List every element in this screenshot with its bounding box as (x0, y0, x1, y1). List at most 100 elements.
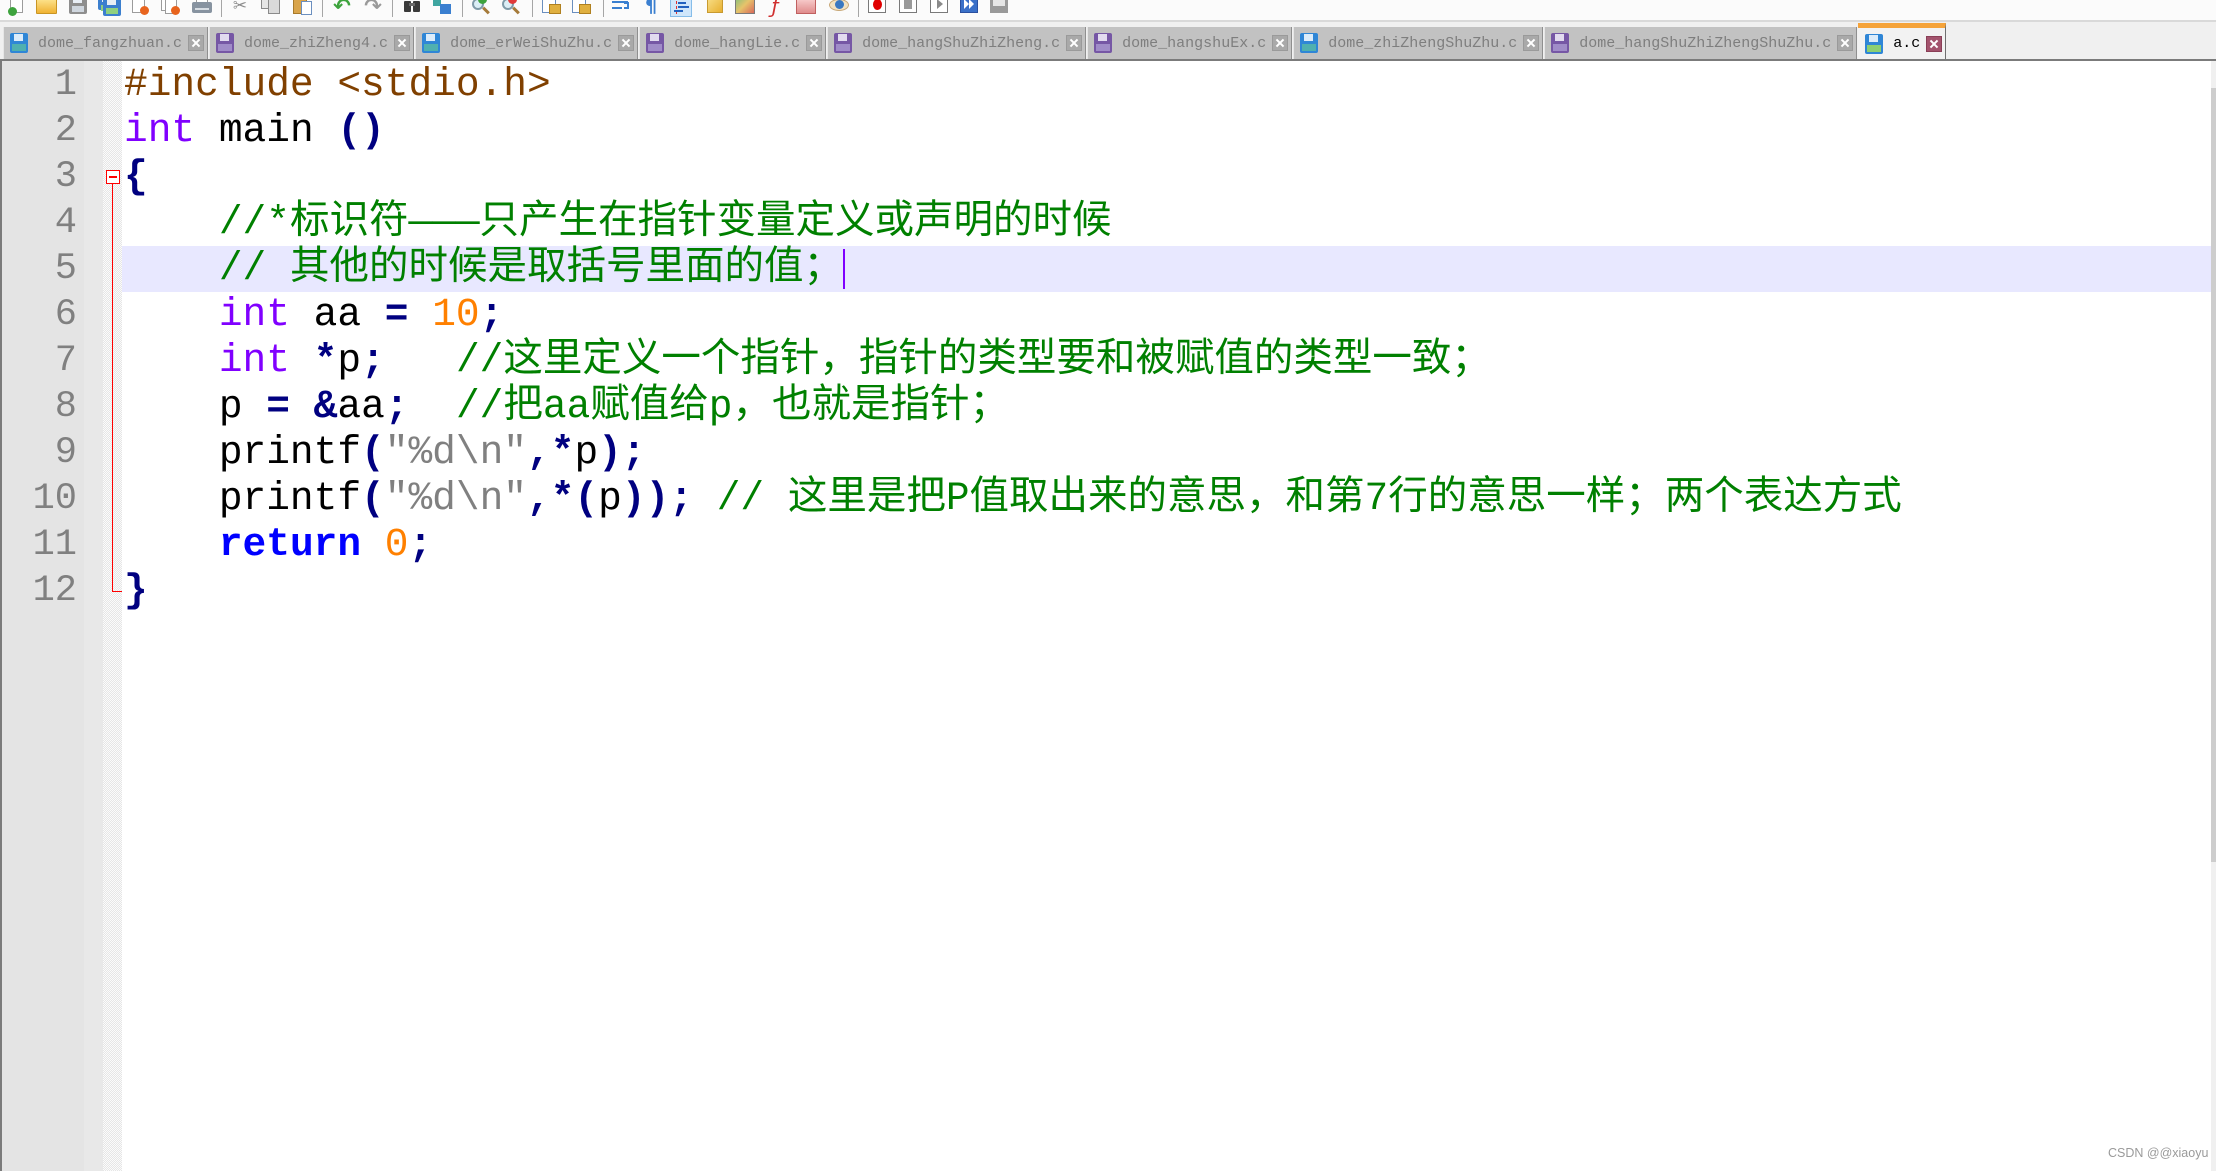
close-tab-icon[interactable] (1272, 35, 1289, 51)
token-number: 0 (384, 522, 409, 567)
token-comment: // 其他的时候是取括号里面的值； (218, 246, 843, 291)
token-string: "%d\n" (384, 476, 527, 521)
code-line[interactable]: } (122, 568, 2211, 614)
tab-label: dome_hangShuZhiZheng.c (862, 34, 1061, 52)
vertical-scrollbar-thumb[interactable] (2211, 88, 2216, 863)
token-operator: ( (361, 476, 385, 521)
vertical-scrollbar[interactable] (2211, 61, 2216, 1171)
tab-dome-zhizhengshuzhu-c[interactable]: dome_zhiZhengShuZhu.c (1293, 27, 1544, 59)
close-tab-icon[interactable] (618, 35, 635, 51)
close-tab-icon[interactable] (188, 35, 205, 51)
tab-label: dome_hangShuZhiZhengShuZhu.c (1579, 34, 1832, 52)
code-editor[interactable]: 1 2 3 4 5 6 7 8 9 10 11 12 #include <stdio.h> int ma… (0, 61, 2216, 1171)
tab-dome-hangshuzhizhengshuzhu-c[interactable]: dome_hangShuZhiZhengShuZhu.c (1544, 27, 1858, 59)
close-tab-icon[interactable] (1523, 35, 1540, 51)
code-line[interactable]: //*标识符———只产生在指针变量定义或声明的时候 (122, 200, 2211, 246)
token-keyword: return (218, 522, 362, 567)
zoom-out-icon[interactable] (500, 0, 522, 17)
run-macro-multiple-times-icon[interactable] (958, 0, 980, 17)
save-recorded-macro-icon[interactable] (988, 0, 1010, 17)
code-line[interactable]: { (122, 154, 2211, 200)
sync-vertical-scrolling-icon[interactable] (541, 0, 563, 17)
token-operator: { (124, 154, 148, 199)
file-status-icon (1094, 33, 1113, 53)
token-operator: )); (621, 476, 693, 521)
tab-dome-hangshuzhizheng-c[interactable]: dome_hangShuZhiZheng.c (827, 27, 1087, 59)
toolbar-separator (462, 0, 463, 17)
undo-icon[interactable] (331, 0, 353, 17)
close-tab-icon[interactable] (1926, 35, 1943, 52)
token-type: int (124, 108, 196, 153)
open-file-icon[interactable] (35, 0, 57, 17)
paste-icon[interactable] (292, 0, 314, 17)
start-recording-icon[interactable] (866, 0, 888, 17)
code-line[interactable]: return 0; (122, 522, 2211, 568)
playback-icon[interactable] (928, 0, 950, 17)
replace-icon[interactable] (431, 0, 453, 17)
tab-label: dome_fangzhuan.c (38, 34, 183, 52)
fold-collapse-icon[interactable] (106, 170, 120, 184)
indent-guide-icon[interactable] (670, 0, 692, 17)
close-all-icon[interactable] (161, 0, 183, 17)
toolbar-separator (858, 0, 859, 17)
document-map-icon[interactable] (734, 0, 756, 17)
code-line[interactable]: #include <stdio.h> (122, 62, 2211, 108)
close-tab-icon[interactable] (1837, 35, 1854, 51)
tab-dome-hangshuex-c[interactable]: dome_hangshuEx.c (1087, 27, 1293, 59)
word-wrap-icon[interactable] (610, 0, 632, 17)
code-line[interactable]: p = &aa; //把aa赋值给p，也就是指针； (122, 384, 2211, 430)
function-list-icon[interactable] (764, 0, 786, 17)
token-operator: () (337, 108, 385, 153)
token-default (361, 522, 385, 567)
redo-icon[interactable] (362, 0, 384, 17)
copy-icon[interactable] (260, 0, 282, 17)
token-operator: ; (408, 522, 433, 567)
tab-label: dome_erWeiShuZhu.c (450, 34, 613, 52)
zoom-in-icon[interactable] (470, 0, 492, 17)
tab-dome-fangzhuan-c[interactable]: dome_fangzhuan.c (3, 27, 209, 59)
close-tab-icon[interactable] (1066, 35, 1083, 51)
code-line[interactable]: int *p; //这里定义一个指针，指针的类型要和被赋值的类型一致； (122, 338, 2211, 384)
close-tab-icon[interactable] (806, 35, 823, 51)
token-default (693, 476, 717, 521)
sync-horizontal-scrolling-icon[interactable] (571, 0, 593, 17)
tab-label: a.c (1893, 35, 1921, 52)
show-all-characters-icon[interactable] (640, 0, 662, 17)
token-default (409, 292, 433, 337)
save-icon[interactable] (67, 0, 89, 17)
toolbar-separator (603, 0, 604, 17)
file-status-icon (1551, 33, 1570, 53)
stop-recording-icon[interactable] (897, 0, 919, 17)
current-code-line[interactable]: // 其他的时候是取括号里面的值； (122, 246, 2211, 292)
code-line[interactable]: printf("%d\n",*(p)); // 这里是把P值取出来的意思，和第7… (122, 476, 2211, 522)
save-all-icon[interactable] (98, 0, 121, 17)
tab-bar: dome_fangzhuan.c dome_zhiZheng4.c dome_erW… (0, 22, 2216, 61)
tab-dome-zhizheng4-c[interactable]: dome_zhiZheng4.c (209, 27, 415, 59)
print-icon[interactable] (191, 0, 213, 17)
code-area[interactable]: #include <stdio.h> int main (){ //*标识符———… (0, 61, 2216, 1171)
token-comment: //*标识符———只产生在指针变量定义或声明的时候 (218, 200, 1112, 245)
monitoring-icon[interactable] (828, 0, 850, 17)
token-operator: * (313, 338, 338, 383)
cut-icon[interactable] (229, 0, 251, 17)
folder-as-workspace-icon[interactable] (795, 0, 817, 17)
find-icon[interactable] (401, 0, 423, 17)
token-operator: , (527, 476, 551, 521)
watermark: CSDN @@xiaoyu (2108, 1146, 2209, 1160)
token-default: aa (289, 292, 385, 337)
toolbar-separator (392, 0, 393, 17)
user-defined-language-icon[interactable] (704, 0, 726, 17)
fold-range-line (112, 184, 113, 591)
new-file-icon[interactable] (6, 0, 28, 17)
tab-a-c[interactable]: a.c (1858, 23, 1947, 59)
text-caret (842, 248, 845, 289)
code-line[interactable]: int main () (122, 108, 2211, 154)
close-tab-icon[interactable] (394, 35, 411, 51)
code-line[interactable]: int aa = 10; (122, 292, 2211, 338)
close-file-icon[interactable] (130, 0, 152, 17)
code-line[interactable]: printf("%d\n",*p); (122, 430, 2211, 476)
token-operator: ( (361, 430, 385, 475)
tab-dome-erweishuzhu-c[interactable]: dome_erWeiShuZhu.c (415, 27, 639, 59)
tab-dome-hanglie-c[interactable]: dome_hangLie.c (639, 27, 827, 59)
token-operator: ; (479, 292, 504, 337)
